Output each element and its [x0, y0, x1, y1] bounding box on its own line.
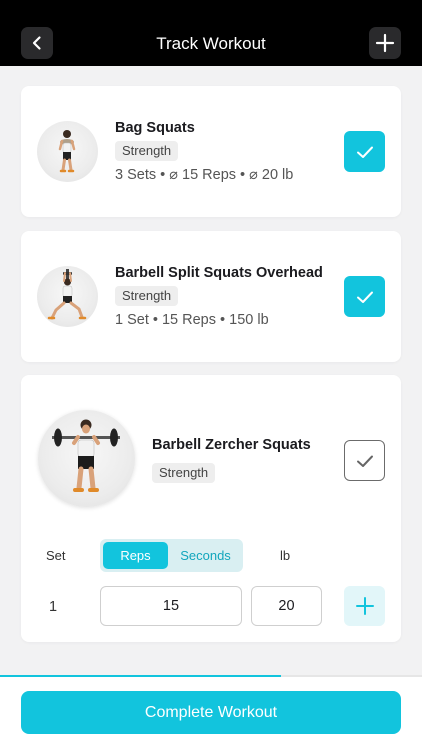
exercise-name: Barbell Zercher Squats — [152, 437, 311, 453]
athlete-illustration — [47, 269, 87, 320]
exercise-thumbnail — [37, 266, 98, 327]
checkmark-icon — [356, 455, 373, 467]
category-tag: Strength — [115, 141, 179, 161]
exercise-summary: 1 Set • 15 Reps • 150 lb — [115, 312, 269, 328]
completed-checkbox[interactable] — [344, 131, 385, 172]
checkmark-icon — [356, 146, 373, 158]
set-number: 1 — [49, 599, 58, 615]
workout-progress-fill — [0, 675, 281, 677]
exercise-card[interactable]: Barbell Split Squats Overhead Strength 1… — [21, 231, 401, 362]
bottom-bar: Complete Workout — [0, 675, 422, 750]
reps-option[interactable]: Reps — [103, 542, 168, 569]
exercise-name: Barbell Split Squats Overhead — [115, 265, 323, 281]
complete-workout-button[interactable]: Complete Workout — [21, 691, 401, 734]
add-set-button[interactable] — [344, 586, 385, 626]
category-tag: Strength — [152, 463, 216, 483]
exercise-name: Bag Squats — [115, 120, 195, 136]
exercise-thumbnail — [37, 121, 98, 182]
athlete-illustration — [52, 419, 120, 492]
exercise-card-expanded[interactable]: Barbell Zercher Squats Strength Set Reps… — [21, 375, 401, 642]
set-column-label: Set — [46, 548, 66, 563]
reps-input[interactable]: 15 — [100, 586, 242, 626]
reps-seconds-toggle: Reps Seconds — [100, 539, 243, 572]
weight-input[interactable]: 20 — [251, 586, 322, 626]
completed-checkbox[interactable] — [344, 440, 385, 481]
top-bar: Track Workout — [0, 0, 422, 66]
weight-unit-label: lb — [280, 548, 291, 563]
completed-checkbox[interactable] — [344, 276, 385, 317]
page-title: Track Workout — [156, 34, 266, 53]
add-exercise-button[interactable] — [369, 27, 401, 59]
checkmark-icon — [356, 291, 373, 303]
plus-icon — [355, 597, 374, 615]
exercise-summary: 3 Sets • ⌀ 15 Reps • ⌀ 20 lb — [115, 167, 294, 183]
category-tag: Strength — [115, 286, 179, 306]
athlete-illustration — [58, 130, 76, 173]
exercise-card[interactable]: Bag Squats Strength 3 Sets • ⌀ 15 Reps •… — [21, 86, 401, 217]
plus-icon — [375, 33, 395, 53]
exercise-thumbnail — [38, 410, 135, 507]
seconds-option[interactable]: Seconds — [170, 542, 241, 569]
workout-progress-bar — [0, 675, 422, 677]
